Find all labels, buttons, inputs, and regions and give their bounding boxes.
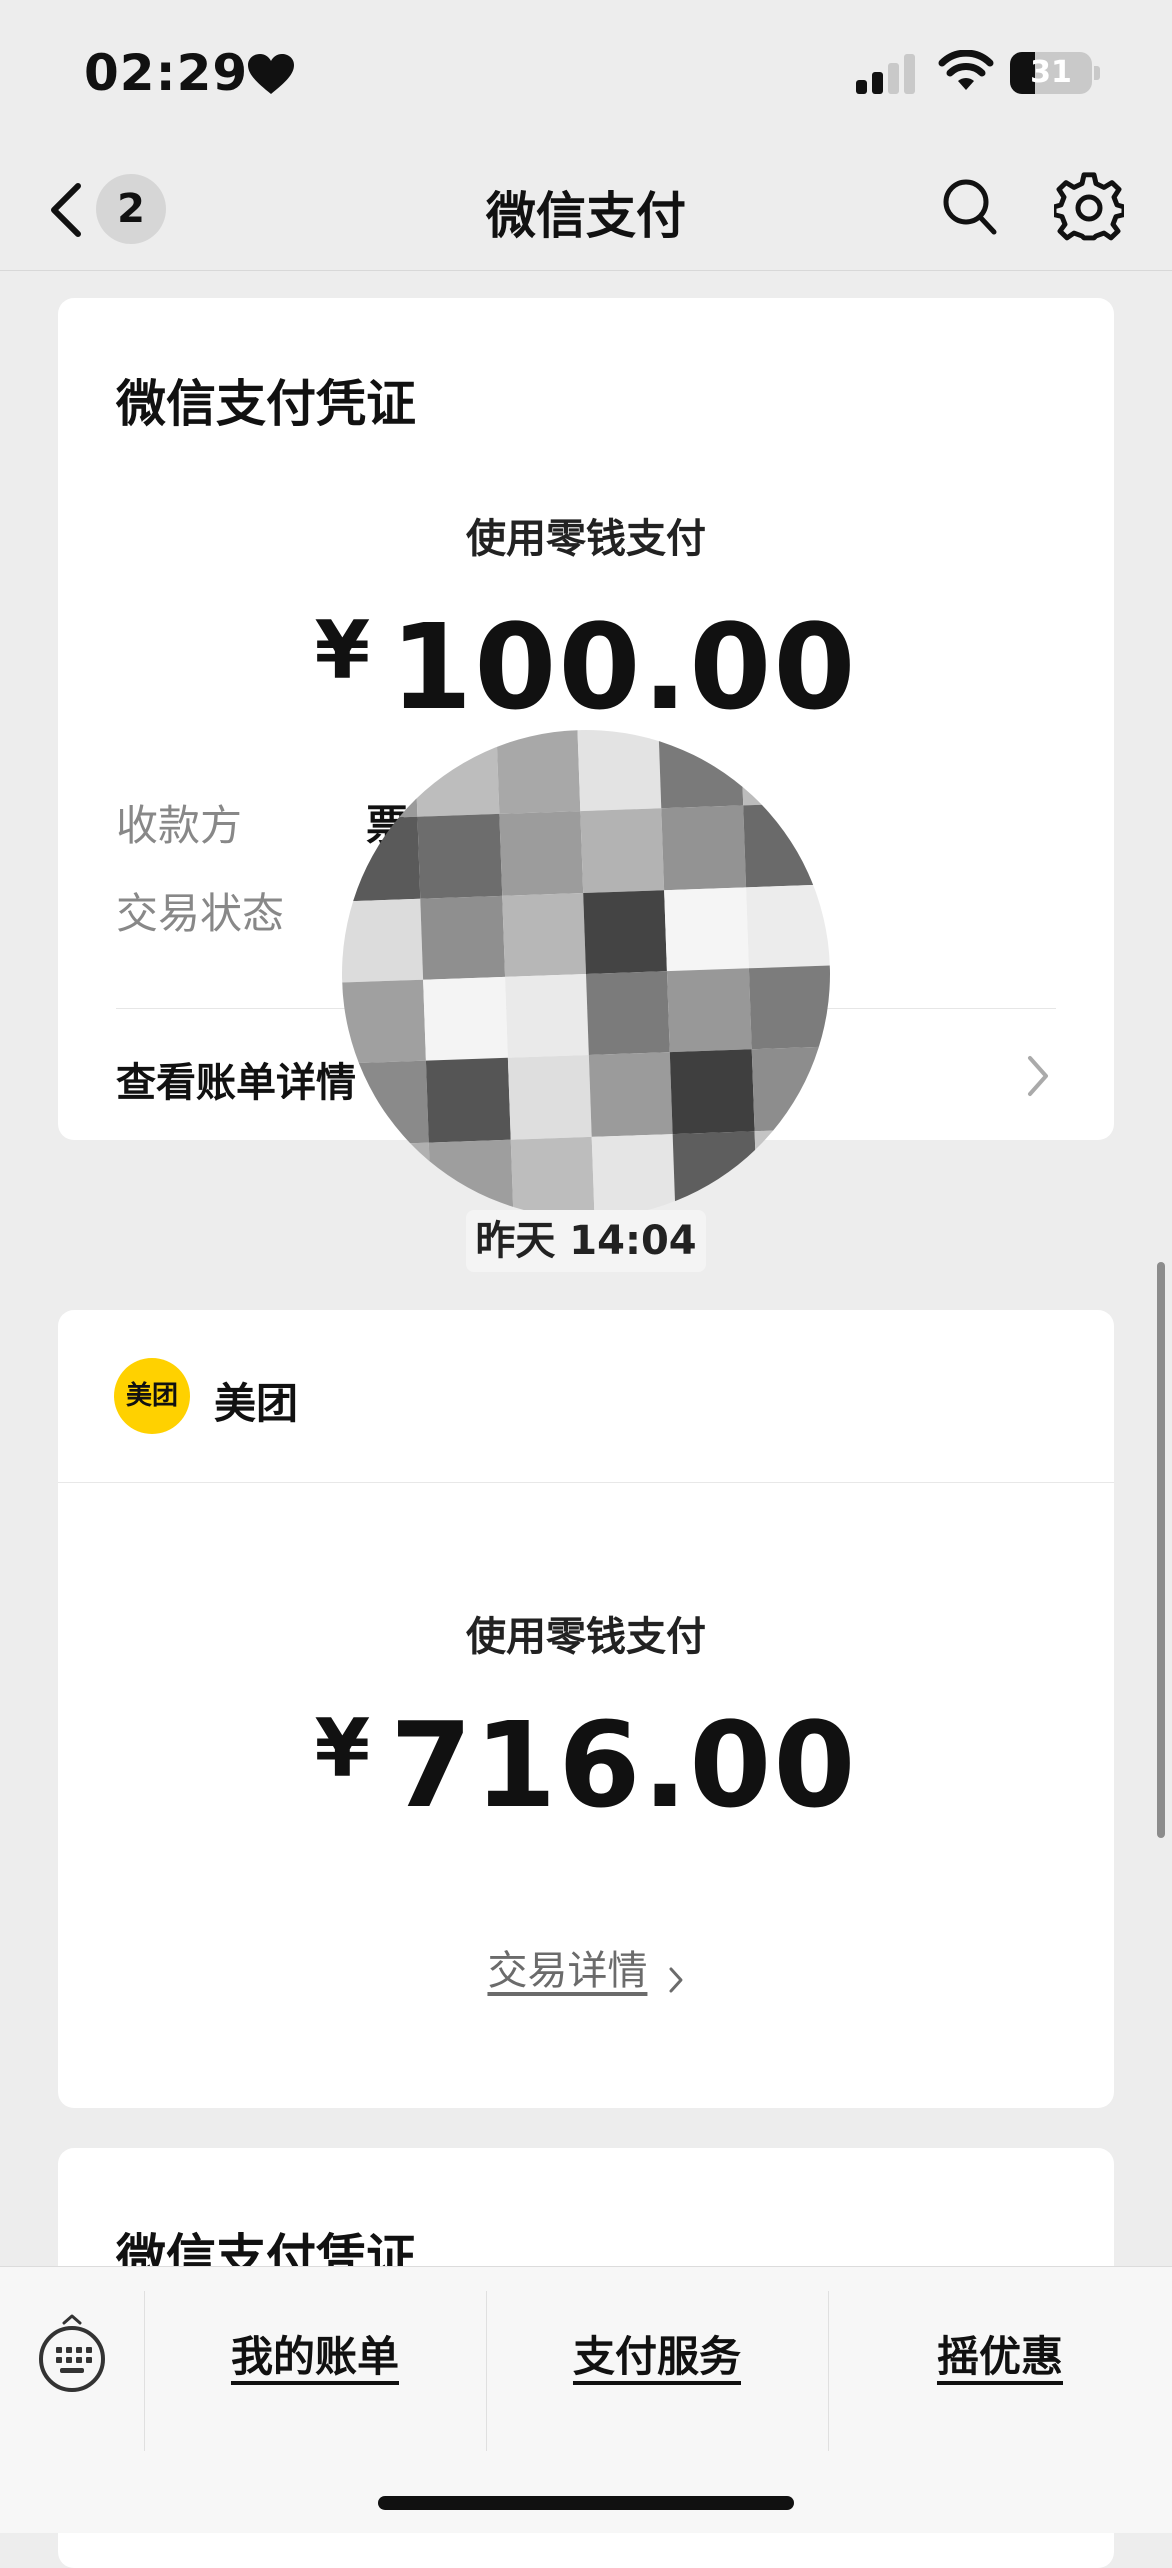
nav-bar: 2 微信支付 <box>0 150 1172 271</box>
transaction-details-label[interactable]: 交易详情 <box>487 1948 647 1994</box>
merchant-payment-card: 美团 美团 使用零钱支付 ¥716.00 交易详情 <box>58 1310 1114 2108</box>
divider <box>58 1482 1114 1483</box>
amount-value: 100.00 <box>390 598 858 736</box>
payee-label: 收款方 <box>116 801 243 850</box>
merchant-logo: 美团 <box>114 1358 190 1434</box>
battery-indicator: 31 <box>1010 52 1092 94</box>
search-icon[interactable] <box>940 176 1000 240</box>
payment-amount: ¥100.00 <box>58 598 1114 736</box>
bottom-menu-bar: 我的账单 支付服务 摇优惠 <box>0 2266 1172 2533</box>
battery-percent: 31 <box>1030 55 1072 90</box>
heart-icon <box>248 54 294 94</box>
gear-icon[interactable] <box>1054 172 1124 242</box>
transaction-details-link[interactable]: 交易详情 <box>58 1938 1114 1996</box>
payment-amount: ¥716.00 <box>58 1696 1114 1834</box>
chevron-right-icon[interactable] <box>667 1965 685 1995</box>
keyboard-icon[interactable] <box>36 2313 108 2393</box>
tab-my-bills[interactable]: 我的账单 <box>144 2307 486 2407</box>
currency-symbol: ¥ <box>314 1702 373 1795</box>
view-bill-details-link[interactable]: 查看账单详情 <box>116 1050 356 1108</box>
scrollbar[interactable] <box>1157 1262 1165 1838</box>
status-label: 交易状态 <box>116 889 285 938</box>
currency-symbol: ¥ <box>314 604 373 697</box>
message-timestamp: 昨天 14:04 <box>466 1210 706 1272</box>
tab-shake-discounts[interactable]: 摇优惠 <box>828 2307 1172 2407</box>
wifi-icon <box>938 50 994 90</box>
pay-method: 使用零钱支付 <box>466 1614 706 1660</box>
signal-icon <box>856 54 915 94</box>
pay-method: 使用零钱支付 <box>466 516 706 562</box>
tab-pay-services[interactable]: 支付服务 <box>486 2307 828 2407</box>
merchant-name: 美团 <box>214 1379 299 1428</box>
battery-tip <box>1094 66 1100 80</box>
receipt-title: 微信支付凭证 <box>116 375 416 433</box>
home-indicator[interactable] <box>378 2496 794 2510</box>
chevron-right-icon[interactable] <box>1024 1054 1052 1098</box>
amount-value: 716.00 <box>390 1696 858 1834</box>
status-time: 02:29 <box>84 44 249 102</box>
